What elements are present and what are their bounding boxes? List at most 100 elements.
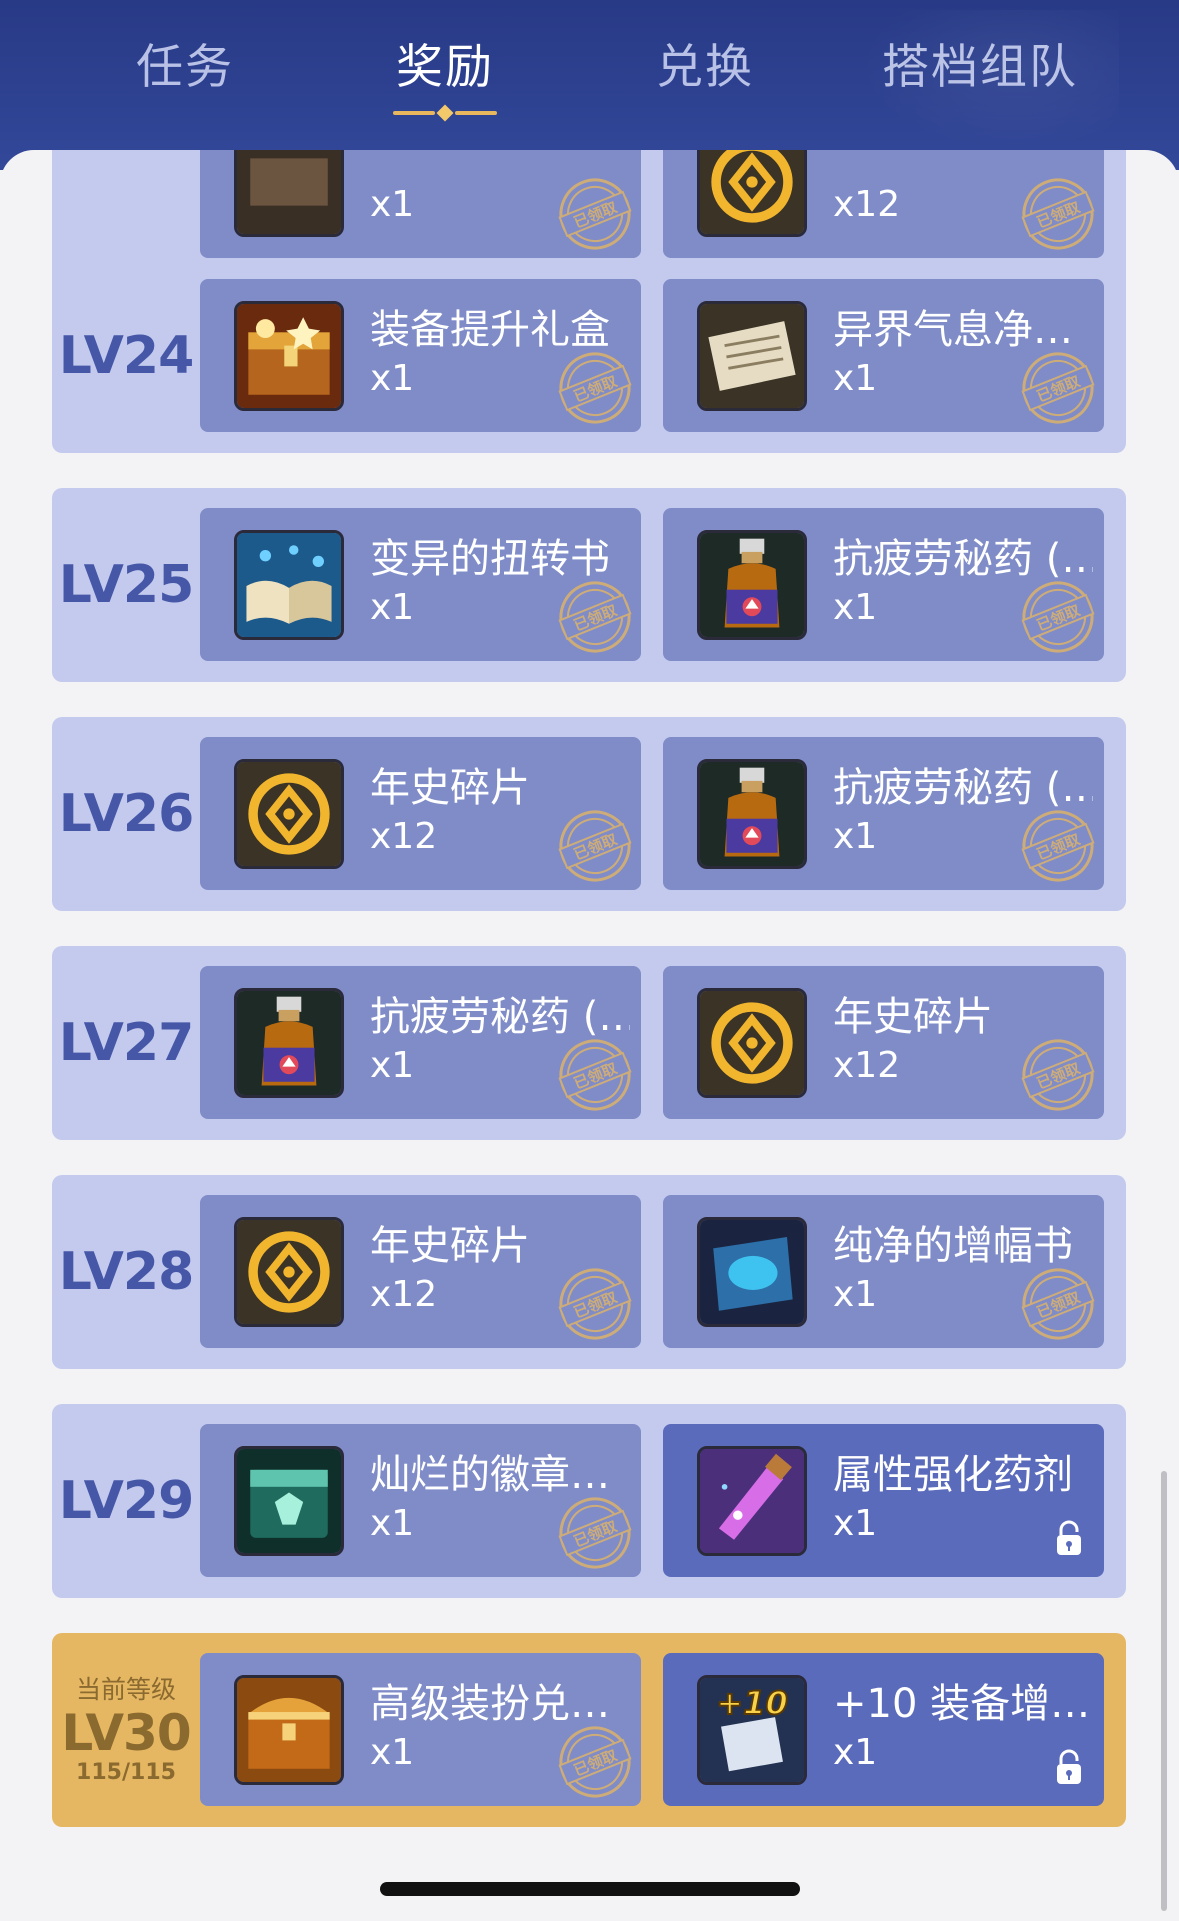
open-book-icon [234,530,344,640]
claimed-stamp: 已领取 [555,348,635,428]
reward-card[interactable]: 抗疲劳秘药 (… x1 已领取 [663,737,1104,890]
level-progress: 115/115 [76,1760,176,1785]
reward-quantity: x1 [833,358,878,399]
reward-quantity: x1 [833,816,878,857]
level-label: LV28 [52,1175,200,1369]
reward-name: 属性强化药剂 [833,1452,1073,1498]
level-row: LV28 年史碎片 x12 已领取 纯净的增幅书 x1 已领取 [52,1175,1126,1369]
chronicle-fragment-icon [697,150,807,237]
claimed-stamp: 已领取 [1018,1264,1098,1344]
claimed-stamp: 已领取 [1018,806,1098,886]
blue-book-icon [697,1217,807,1327]
scrollbar[interactable] [1161,1471,1167,1911]
scroll-icon [697,301,807,411]
tab-exchange[interactable]: 兑换 [630,38,780,108]
rewards-list[interactable]: x1 已领取 x12 已领取 LV24 装备提升礼盒 x1 已领取 异界气息净… x1… [0,150,1179,1921]
reward-quantity: x12 [370,816,438,857]
header: 任务 奖励 兑换 搭档组队 [0,0,1179,170]
tab-rewards[interactable]: 奖励 [370,38,520,108]
reward-card[interactable]: 纯净的增幅书 x1 已领取 [663,1195,1104,1348]
level-row: LV24 装备提升礼盒 x1 已领取 异界气息净… x1 已领取 [52,259,1126,453]
lock-icon [1054,1748,1084,1786]
level-row: LV26 年史碎片 x12 已领取 抗疲劳秘药 (… x1 已领取 [52,717,1126,911]
claimed-stamp: 已领取 [555,1035,635,1115]
reward-card[interactable]: 年史碎片 x12 已领取 [200,1195,641,1348]
leather-item-icon [234,150,344,237]
golden-chest-icon [234,1675,344,1785]
reward-quantity: x1 [833,1732,878,1773]
current-level-caption: 当前等级 [75,1675,176,1704]
reward-card[interactable]: 灿烂的徽章… x1 已领取 [200,1424,641,1577]
claimed-stamp: 已领取 [1018,174,1098,254]
claimed-stamp: 已领取 [555,174,635,254]
level-number: LV26 [58,784,195,844]
chronicle-fragment-icon [697,988,807,1098]
level-number: LV29 [58,1471,195,1531]
reward-quantity: x12 [833,1045,901,1086]
tab-tasks[interactable]: 任务 [110,38,260,108]
reward-card[interactable]: 年史碎片 x12 已领取 [663,966,1104,1119]
level-number: LV28 [58,1242,195,1302]
reward-quantity: x1 [833,1274,878,1315]
reward-card[interactable]: 抗疲劳秘药 (… x1 已领取 [200,966,641,1119]
reward-quantity: x1 [833,587,878,628]
svg-text:+10: +10 [716,1684,788,1722]
level-number: LV27 [58,1013,195,1073]
claimed-stamp: 已领取 [555,1264,635,1344]
chronicle-fragment-icon [234,759,344,869]
level-label: LV27 [52,946,200,1140]
level-label: LV26 [52,717,200,911]
treasure-chest-icon [234,301,344,411]
tab-partner-team[interactable]: 搭档组队 [870,38,1090,108]
potion-bottle-icon [234,988,344,1098]
level-label: LV29 [52,1404,200,1598]
active-tab-indicator [393,104,497,122]
emblem-box-icon [234,1446,344,1556]
level-number: LV25 [58,555,195,615]
claimed-stamp: 已领取 [1018,1035,1098,1115]
reward-quantity: x1 [370,184,415,225]
claimed-stamp: 已领取 [1018,348,1098,428]
home-indicator[interactable] [380,1882,800,1896]
reward-card[interactable]: 异界气息净… x1 已领取 [663,279,1104,432]
level-row: LV25 变异的扭转书 x1 已领取 抗疲劳秘药 (… x1 已领取 [52,488,1126,682]
level-number: LV24 [58,326,195,386]
reward-card[interactable]: 装备提升礼盒 x1 已领取 [200,279,641,432]
claimed-stamp: 已领取 [555,577,635,657]
level-label: 当前等级 LV30 115/115 [52,1633,200,1827]
reward-quantity: x1 [370,1732,415,1773]
reward-quantity: x1 [370,358,415,399]
reward-quantity: x12 [370,1274,438,1315]
reward-name: +10 装备增… [833,1681,1091,1727]
chronicle-fragment-icon [234,1217,344,1327]
lock-icon [1054,1519,1084,1557]
claimed-stamp: 已领取 [1018,577,1098,657]
reward-card[interactable]: x1 已领取 [200,150,641,258]
level-label: LV25 [52,488,200,682]
reward-card[interactable]: 抗疲劳秘药 (… x1 已领取 [663,508,1104,661]
reward-quantity: x1 [370,1503,415,1544]
reward-card[interactable]: 属性强化药剂 x1 [663,1424,1104,1577]
reward-card[interactable]: 高级装扮兑… x1 已领取 [200,1653,641,1806]
vial-icon [697,1446,807,1556]
plus10-upgrade-icon: +10 [697,1675,807,1785]
claimed-stamp: 已领取 [555,1722,635,1802]
reward-quantity: x1 [370,587,415,628]
claimed-stamp: 已领取 [555,1493,635,1573]
tab-bar: 任务 奖励 兑换 搭档组队 [0,0,1179,150]
claimed-stamp: 已领取 [555,806,635,886]
reward-quantity: x12 [833,184,901,225]
reward-card[interactable]: x12 已领取 [663,150,1104,258]
potion-bottle-icon [697,759,807,869]
reward-quantity: x1 [833,1503,878,1544]
reward-card[interactable]: +10 +10 装备增… x1 [663,1653,1104,1806]
level-row: LV29 灿烂的徽章… x1 已领取 属性强化药剂 x1 [52,1404,1126,1598]
reward-quantity: x1 [370,1045,415,1086]
level-label: LV24 [52,259,200,453]
level-number: LV30 [61,1704,191,1762]
reward-card[interactable]: 年史碎片 x12 已领取 [200,737,641,890]
level-row: LV27 抗疲劳秘药 (… x1 已领取 年史碎片 x12 已领取 [52,946,1126,1140]
potion-bottle-icon [697,530,807,640]
current-level-row: 当前等级 LV30 115/115 高级装扮兑… x1 已领取 +10 +10 装备增… x… [52,1633,1126,1827]
reward-card[interactable]: 变异的扭转书 x1 已领取 [200,508,641,661]
